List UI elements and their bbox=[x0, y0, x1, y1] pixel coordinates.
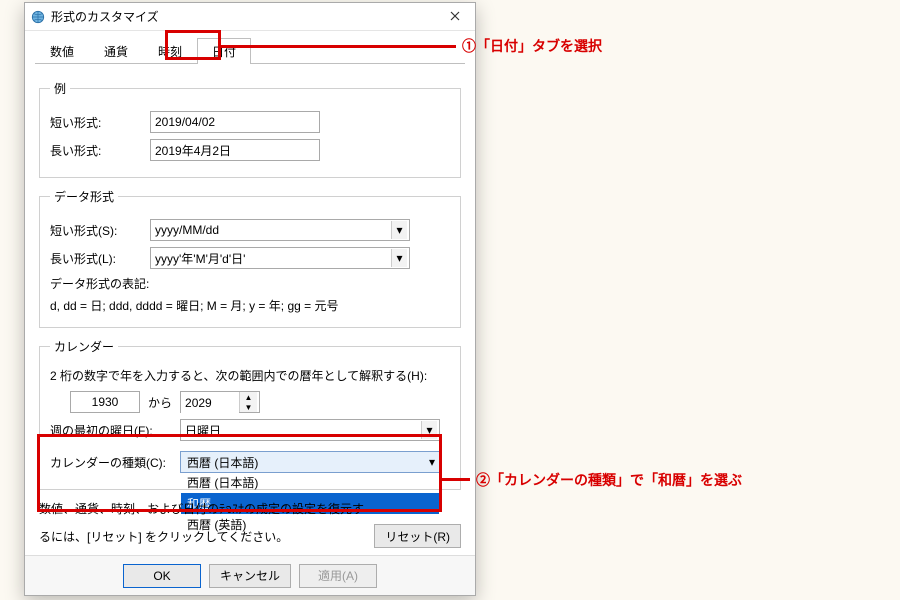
annotation-line-2 bbox=[442, 478, 470, 481]
from-year-field bbox=[70, 391, 140, 413]
short-format-value: yyyy/MM/dd bbox=[155, 223, 219, 237]
chevron-down-icon: ▾ bbox=[391, 249, 407, 267]
short-format-combo[interactable]: yyyy/MM/dd ▾ bbox=[150, 219, 410, 241]
spin-down-icon[interactable]: ▼ bbox=[239, 402, 257, 412]
tab-date[interactable]: 日付 bbox=[197, 38, 251, 64]
example-long-value bbox=[150, 139, 320, 161]
calendar-group: カレンダー 2 桁の数字で年を入力すると、次の範囲内での暦年として解釈する(H)… bbox=[39, 338, 461, 490]
to-year-spinner[interactable]: ▲ ▼ bbox=[180, 391, 260, 413]
calendar-type-combo[interactable]: 西暦 (日本語) ▾ 西暦 (日本語) 和暦 西暦 (英語) bbox=[180, 451, 440, 473]
data-format-legend: データ形式 bbox=[50, 188, 118, 205]
example-group: 例 短い形式: 長い形式: bbox=[39, 80, 461, 178]
chevron-down-icon: ▾ bbox=[391, 221, 407, 239]
example-long-label: 長い形式: bbox=[50, 142, 150, 159]
annotation-1: ①「日付」タブを選択 bbox=[462, 36, 602, 56]
calendar-legend: カレンダー bbox=[50, 338, 118, 355]
annotation-line-1 bbox=[221, 45, 456, 48]
chevron-down-icon: ▾ bbox=[429, 455, 435, 469]
example-legend: 例 bbox=[50, 80, 70, 97]
globe-icon bbox=[31, 10, 45, 24]
window-title: 形式のカスタマイズ bbox=[51, 8, 435, 25]
reset-instruction-line2: るには、[リセット] をクリックしてください。 bbox=[39, 528, 288, 545]
chevron-down-icon: ▾ bbox=[421, 421, 437, 439]
to-year-value[interactable] bbox=[181, 392, 239, 414]
tab-number[interactable]: 数値 bbox=[35, 38, 89, 64]
close-button[interactable] bbox=[435, 3, 475, 31]
long-format-value: yyyy'年'M'月'd'日' bbox=[155, 250, 245, 267]
calendar-type-option[interactable]: 西暦 (日本語) bbox=[181, 472, 439, 493]
format-notation-body: d, dd = 日; ddd, dddd = 曜日; M = 月; y = 年;… bbox=[50, 297, 450, 315]
dialog-button-row: OK キャンセル 適用(A) bbox=[25, 555, 475, 595]
spin-up-icon[interactable]: ▲ bbox=[239, 392, 257, 402]
customize-format-dialog: 形式のカスタマイズ 数値 通貨 時刻 日付 ・・-!-#・ 例 短い形式: 長い… bbox=[24, 2, 476, 596]
two-digit-year-text: 2 桁の数字で年を入力すると、次の範囲内での暦年として解釈する(H): bbox=[50, 367, 450, 385]
annotation-2: ②「カレンダーの種類」で「和暦」を選ぶ bbox=[476, 470, 742, 490]
first-day-value: 日曜日 bbox=[185, 422, 221, 439]
reset-button[interactable]: リセット(R) bbox=[374, 524, 461, 548]
ok-button[interactable]: OK bbox=[123, 564, 201, 588]
tab-time[interactable]: 時刻 bbox=[143, 38, 197, 64]
cancel-button[interactable]: キャンセル bbox=[209, 564, 291, 588]
close-icon bbox=[450, 10, 460, 24]
calendar-type-label: カレンダーの種類(C): bbox=[50, 451, 180, 471]
format-notation-title: データ形式の表記: bbox=[50, 275, 450, 293]
example-short-label: 短い形式: bbox=[50, 114, 150, 131]
first-day-label: 週の最初の曜日(F): bbox=[50, 422, 180, 439]
first-day-combo[interactable]: 日曜日 ▾ bbox=[180, 419, 440, 441]
tab-currency[interactable]: 通貨 bbox=[89, 38, 143, 64]
tab-content: 例 短い形式: 長い形式: データ形式 短い形式(S): yyyy/MM/dd … bbox=[25, 64, 475, 560]
example-short-value bbox=[150, 111, 320, 133]
titlebar[interactable]: 形式のカスタマイズ bbox=[25, 3, 475, 31]
data-format-group: データ形式 短い形式(S): yyyy/MM/dd ▾ 長い形式(L): yyy… bbox=[39, 188, 461, 328]
apply-button[interactable]: 適用(A) bbox=[299, 564, 377, 588]
short-format-label: 短い形式(S): bbox=[50, 222, 150, 239]
long-format-combo[interactable]: yyyy'年'M'月'd'日' ▾ bbox=[150, 247, 410, 269]
long-format-label: 長い形式(L): bbox=[50, 250, 150, 267]
kara-label: から bbox=[148, 394, 172, 411]
calendar-type-selected: 西暦 (日本語) bbox=[187, 454, 258, 471]
